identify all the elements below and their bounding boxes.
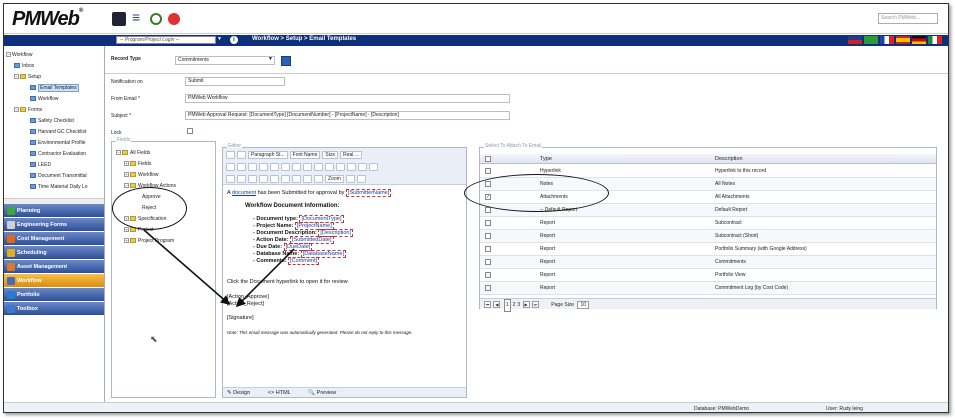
mouse-cursor-icon: ⬉ — [150, 334, 158, 344]
annotation-arrow-from-editor — [235, 248, 295, 308]
status-user: User: Rudy leing — [826, 406, 863, 412]
annotation-arrow-to-actions — [143, 229, 231, 306]
app-window: PMWeb® ≡ Search PMWeb... -- Program/Proj… — [3, 3, 949, 413]
annotation-arrows — [143, 229, 295, 308]
status-database: Database: PMWebDemo — [694, 406, 750, 412]
status-bar: Database: PMWebDemo User: Rudy leing — [4, 402, 948, 412]
